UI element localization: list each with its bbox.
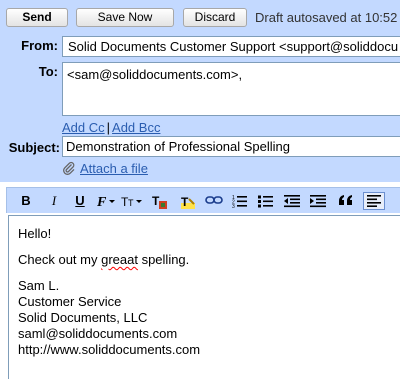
- body-text-before: Check out my: [18, 252, 102, 267]
- underline-button[interactable]: U: [69, 192, 91, 210]
- body-text-after: spelling.: [137, 252, 190, 267]
- numbered-list-icon[interactable]: 123: [229, 192, 251, 210]
- link-icon[interactable]: [203, 192, 225, 210]
- signature-line: Solid Documents, LLC: [18, 310, 148, 325]
- attach-file-link[interactable]: Attach a file: [80, 161, 148, 176]
- font-size-icon[interactable]: TT: [121, 192, 143, 210]
- body-text-line: Check out my greaat spelling.: [18, 252, 400, 268]
- compose-header-form: From: Solid Documents Customer Support <…: [0, 34, 400, 182]
- text-color-icon[interactable]: T: [149, 192, 171, 210]
- autosave-status: Draft autosaved at 10:52 A: [255, 10, 400, 25]
- indent-icon[interactable]: [307, 192, 329, 210]
- attach-file-row: Attach a file: [62, 161, 148, 176]
- font-family-icon[interactable]: F: [95, 192, 117, 210]
- subject-field[interactable]: Demonstration of Professional Spelling: [62, 136, 400, 157]
- signature-line: Customer Service: [18, 294, 122, 309]
- outdent-icon[interactable]: [281, 192, 303, 210]
- highlight-icon[interactable]: T: [177, 192, 199, 210]
- italic-button[interactable]: I: [43, 192, 65, 210]
- cc-bcc-links: Add Cc | Add Bcc: [62, 120, 160, 135]
- message-body-editor[interactable]: Hello! Check out my greaat spelling. Sam…: [8, 215, 400, 379]
- discard-button[interactable]: Discard: [183, 8, 247, 27]
- body-greeting: Hello!: [18, 226, 52, 241]
- bold-button[interactable]: B: [15, 192, 37, 210]
- svg-text:3: 3: [232, 204, 235, 208]
- add-cc-link[interactable]: Add Cc: [62, 120, 105, 135]
- save-now-button[interactable]: Save Now: [76, 8, 174, 27]
- formatting-toolbar: B I U F TT T T 123: [6, 187, 400, 213]
- subject-label: Subject:: [8, 140, 60, 155]
- svg-text:T: T: [128, 198, 134, 208]
- svg-text:T: T: [152, 194, 160, 208]
- send-button[interactable]: Send: [6, 8, 68, 27]
- paperclip-icon: [62, 161, 76, 175]
- signature-line: Sam L.: [18, 278, 60, 293]
- svg-text:T: T: [181, 195, 189, 209]
- bullet-list-icon[interactable]: [255, 192, 277, 210]
- signature-line: http://www.soliddocuments.com: [18, 342, 201, 357]
- to-field[interactable]: <sam@soliddocuments.com>,: [62, 62, 400, 116]
- svg-text:F: F: [96, 195, 107, 208]
- misspelled-word[interactable]: greaat: [101, 252, 138, 267]
- quote-icon[interactable]: [335, 192, 357, 210]
- signature-line: saml@soliddocuments.com: [18, 326, 178, 341]
- link-separator: |: [106, 120, 111, 135]
- from-label: From:: [21, 38, 58, 53]
- from-select[interactable]: Solid Documents Customer Support <suppor…: [62, 36, 400, 57]
- align-left-icon[interactable]: [363, 192, 385, 210]
- to-label: To:: [38, 64, 58, 79]
- compose-action-bar: Send Save Now Discard Draft autosaved at…: [0, 0, 400, 34]
- add-bcc-link[interactable]: Add Bcc: [112, 120, 160, 135]
